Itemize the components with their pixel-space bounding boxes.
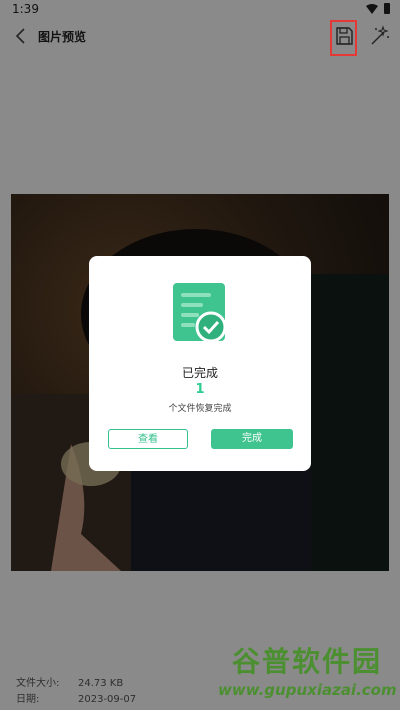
watermark: 谷普软件园 www.gupuxiazai.com	[218, 645, 397, 706]
recovered-count: 1	[195, 382, 205, 397]
watermark-url: www.gupuxiazai.com	[218, 681, 397, 699]
save-highlight-box	[330, 20, 357, 56]
watermark-title: 谷普软件园	[231, 645, 382, 678]
done-button[interactable]: 完成	[211, 429, 293, 449]
view-button[interactable]: 查看	[108, 429, 188, 449]
document-check-icon	[173, 283, 227, 343]
dialog-title: 已完成	[181, 366, 218, 380]
completion-dialog: 已完成 1 个文件恢复完成 查看 完成	[89, 256, 311, 471]
dialog-description: 个文件恢复完成	[168, 404, 232, 414]
